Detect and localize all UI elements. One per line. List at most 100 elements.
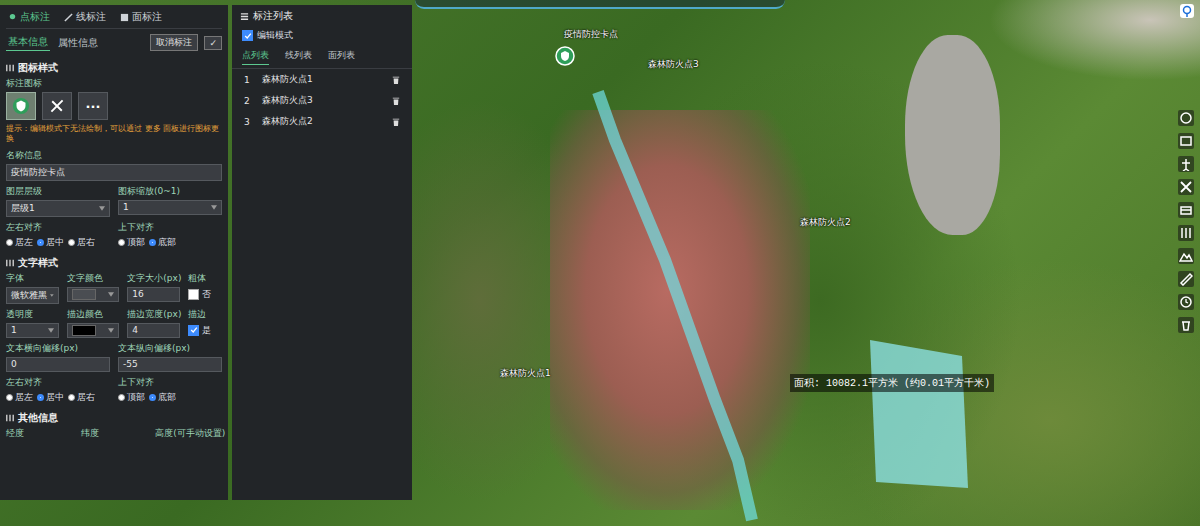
trash-icon[interactable] bbox=[392, 96, 400, 106]
trash-icon[interactable] bbox=[392, 117, 400, 127]
radio-option[interactable]: 居中 bbox=[37, 236, 64, 249]
columns-icon[interactable] bbox=[1178, 225, 1194, 241]
drawn-line[interactable] bbox=[598, 92, 752, 520]
field-label: 标注图标 bbox=[6, 77, 222, 90]
terrain-icon[interactable] bbox=[1178, 248, 1194, 264]
section-icon bbox=[6, 64, 14, 72]
list-item[interactable]: 1森林防火点1 bbox=[232, 69, 412, 90]
text-input[interactable]: -55 bbox=[118, 357, 222, 372]
map-label[interactable]: 森林防火点1 bbox=[500, 367, 551, 380]
field-label: 透明度 bbox=[6, 308, 59, 321]
radio-option[interactable]: 居中 bbox=[37, 391, 64, 404]
icon-button[interactable]: ··· bbox=[78, 92, 108, 120]
cancel-button[interactable]: 取消标注 bbox=[150, 34, 198, 51]
sub-tab[interactable]: 属性信息 bbox=[56, 35, 100, 51]
radio-option[interactable]: 底部 bbox=[149, 391, 176, 404]
color-picker[interactable] bbox=[67, 323, 120, 338]
check-icon bbox=[244, 32, 252, 40]
map-label[interactable]: 森林防火点3 bbox=[648, 58, 699, 71]
form-row: 字体微软雅黑文字颜色文字大小(px)16粗体否 bbox=[6, 272, 222, 304]
map-label[interactable]: 森林防火点2 bbox=[800, 216, 851, 229]
header-arc bbox=[415, 0, 785, 9]
select[interactable]: 1 bbox=[118, 200, 222, 215]
sub-tab[interactable]: 基本信息 bbox=[6, 34, 50, 51]
chevron-down-icon bbox=[48, 328, 54, 333]
clock-icon[interactable] bbox=[1178, 294, 1194, 310]
checkbox[interactable]: 否 bbox=[188, 287, 222, 302]
trash-icon[interactable] bbox=[1178, 317, 1194, 333]
text-input[interactable]: 疫情防控卡点 bbox=[6, 164, 222, 181]
tools-icon bbox=[49, 98, 65, 114]
line-icon bbox=[64, 13, 73, 22]
radio-option[interactable]: 居右 bbox=[68, 391, 95, 404]
polygon-icon bbox=[120, 13, 129, 22]
map-toolbar bbox=[1178, 110, 1194, 333]
point-icon bbox=[8, 13, 17, 22]
radio-group: 顶部底部 bbox=[118, 236, 222, 249]
section-title: 其他信息 bbox=[6, 408, 222, 427]
confirm-button[interactable]: ✓ bbox=[204, 36, 222, 50]
list-tab[interactable]: 线列表 bbox=[285, 49, 312, 65]
field-label: 粗体 bbox=[188, 272, 222, 285]
select[interactable]: 层级1 bbox=[6, 200, 110, 217]
form-field: 左右对齐居左居中居右 bbox=[6, 221, 110, 249]
form-field: 纬度 bbox=[81, 427, 148, 442]
draw-tab[interactable]: 面标注 bbox=[120, 10, 162, 24]
field-label: 上下对齐 bbox=[118, 221, 222, 234]
list-item[interactable]: 3森林防火点2 bbox=[232, 111, 412, 132]
rect-icon[interactable] bbox=[1178, 133, 1194, 149]
location-icon[interactable] bbox=[1180, 4, 1194, 18]
form-field: 描边是 bbox=[188, 308, 222, 338]
tools-icon[interactable] bbox=[1178, 179, 1194, 195]
list-tab[interactable]: 点列表 bbox=[242, 49, 269, 65]
chevron-down-icon bbox=[50, 293, 54, 298]
layers-icon[interactable] bbox=[1178, 202, 1194, 218]
form-section: 文字样式字体微软雅黑文字颜色文字大小(px)16粗体否透明度1描边颜色描边宽度(… bbox=[6, 253, 222, 404]
check-icon bbox=[190, 326, 198, 334]
drawn-polygon[interactable] bbox=[870, 340, 968, 488]
radio-group: 居左居中居右 bbox=[6, 236, 110, 249]
shield-icon bbox=[12, 97, 30, 115]
form-section: 图标样式标注图标···提示：编辑模式下无法绘制，可以通过 更多 面板进行图标更换… bbox=[6, 58, 222, 249]
form-row: 提示：编辑模式下无法绘制，可以通过 更多 面板进行图标更换 bbox=[6, 124, 222, 145]
icon-button[interactable] bbox=[6, 92, 36, 120]
edit-mode-checkbox[interactable]: 编辑模式 bbox=[232, 27, 412, 44]
radio-option[interactable]: 居左 bbox=[6, 391, 33, 404]
form-field: 字体微软雅黑 bbox=[6, 272, 59, 304]
map-pin[interactable] bbox=[555, 46, 575, 66]
field-label: 左右对齐 bbox=[6, 221, 110, 234]
chevron-down-icon bbox=[99, 206, 105, 211]
ruler-icon[interactable] bbox=[1178, 271, 1194, 287]
checkbox[interactable]: 是 bbox=[188, 323, 222, 338]
radio-option[interactable]: 顶部 bbox=[118, 391, 145, 404]
text-input[interactable]: 16 bbox=[127, 287, 180, 302]
form-field: 文本横向偏移(px)0 bbox=[6, 342, 110, 372]
radio-option[interactable]: 居左 bbox=[6, 236, 33, 249]
radio-option[interactable]: 居右 bbox=[68, 236, 95, 249]
select[interactable]: 1 bbox=[6, 323, 59, 338]
color-picker[interactable] bbox=[67, 287, 120, 302]
form-field: 经度 bbox=[6, 427, 73, 442]
list-tab[interactable]: 面列表 bbox=[328, 49, 355, 65]
form-row: 名称信息疫情防控卡点 bbox=[6, 149, 222, 181]
trash-icon[interactable] bbox=[392, 75, 400, 85]
field-label: 文本纵向偏移(px) bbox=[118, 342, 222, 355]
draw-tab[interactable]: 线标注 bbox=[64, 10, 106, 24]
draw-tab[interactable]: 点标注 bbox=[8, 10, 50, 24]
compass-icon[interactable] bbox=[1178, 110, 1194, 126]
map-label[interactable]: 疫情防控卡点 bbox=[564, 28, 618, 41]
text-input[interactable]: 0 bbox=[6, 357, 110, 372]
text-input[interactable]: 4 bbox=[127, 323, 180, 338]
field-label: 描边宽度(px) bbox=[127, 308, 180, 321]
radio-option[interactable]: 底部 bbox=[149, 236, 176, 249]
draw-tabs: 点标注线标注面标注 bbox=[6, 5, 222, 29]
radio-option[interactable]: 顶部 bbox=[118, 236, 145, 249]
icon-button[interactable] bbox=[42, 92, 72, 120]
form-field: 高度(可手动设置) bbox=[155, 427, 222, 442]
chevron-down-icon bbox=[108, 328, 114, 333]
select[interactable]: 微软雅黑 bbox=[6, 287, 59, 304]
chevron-down-icon bbox=[108, 292, 114, 297]
list-item[interactable]: 2森林防火点3 bbox=[232, 90, 412, 111]
person-icon[interactable] bbox=[1178, 156, 1194, 172]
field-label: 描边 bbox=[188, 308, 222, 321]
